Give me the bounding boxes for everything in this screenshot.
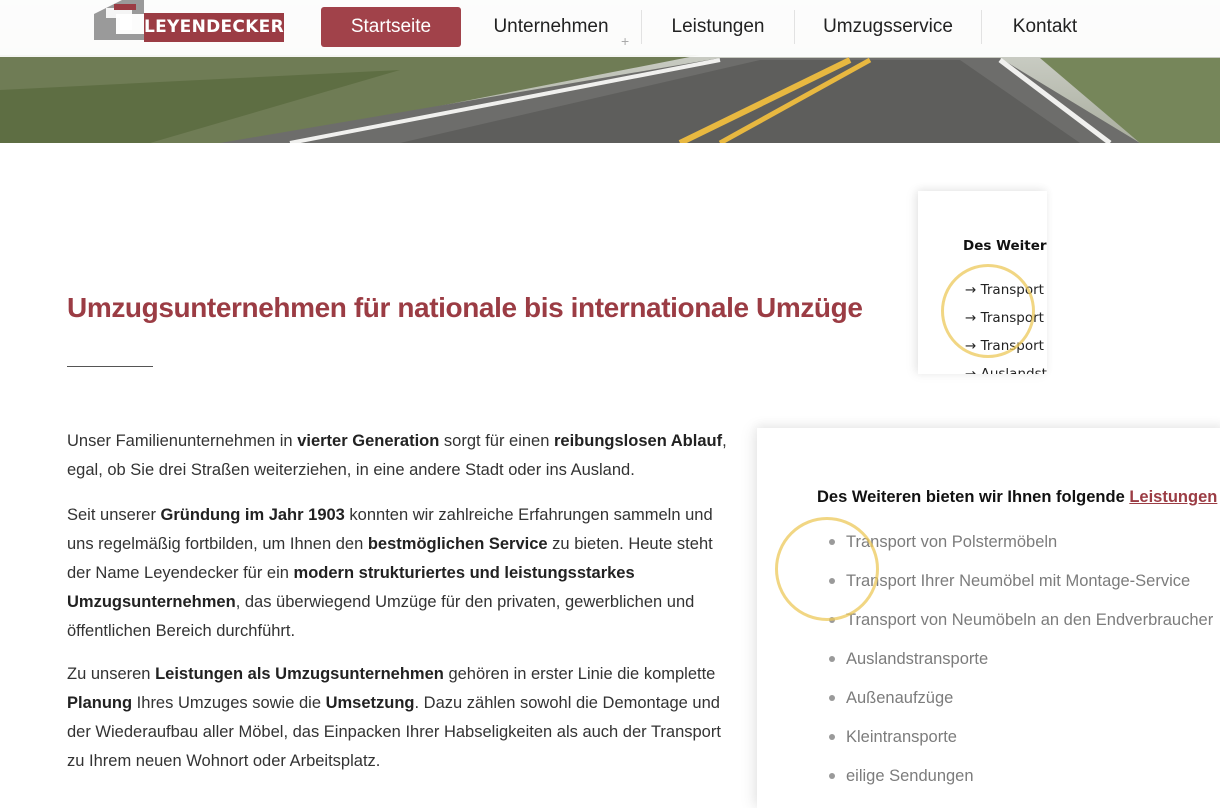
emphasis-text: Gründung im Jahr 1903 <box>160 506 345 524</box>
nav-unternehmen[interactable]: Unternehmen <box>461 7 641 47</box>
sidebar-card-title: Des Weitere <box>963 238 1047 254</box>
list-item: Kleintransporte <box>829 724 1213 763</box>
sidebar-card-link[interactable]: → Transport <box>965 282 1044 298</box>
services-card: Des Weiteren bieten wir Ihnen folgende L… <box>757 428 1220 808</box>
list-item: eilige Sendungen <box>829 763 1213 802</box>
sidebar-card-link[interactable]: → Transport <box>965 310 1044 326</box>
body-text: Ihres Umzuges sowie die <box>132 694 326 712</box>
navbar: LEYENDECKER Startseite Unternehmen Leist… <box>0 0 1220 57</box>
emphasis-text: bestmöglichen Service <box>367 535 548 553</box>
sidebar-card-link[interactable]: → Transport <box>965 338 1044 354</box>
history-paragraph: Seit unserer Gründung im Jahr 1903 konnt… <box>67 501 737 646</box>
logo-wordmark: LEYENDECKER <box>144 13 284 42</box>
emphasis-text: Umsetzung <box>325 694 415 712</box>
emphasis-text: vierter Generation <box>297 432 440 450</box>
sidebar-card-small: Des Weitere → Transport → Transport → Tr… <box>918 191 1047 374</box>
list-item: Transport von Neumöbeln an den Endverbra… <box>829 607 1213 646</box>
logo[interactable]: LEYENDECKER <box>92 0 284 43</box>
title-underline <box>67 366 153 367</box>
list-item: Außenaufzüge <box>829 685 1213 724</box>
services-list: Transport von Polstermöbeln Transport Ih… <box>829 529 1213 802</box>
nav-leistungen[interactable]: Leistungen <box>642 7 794 47</box>
main-nav: Startseite Unternehmen Leistungen Umzugs… <box>321 7 1108 49</box>
page-title: Umzugsunternehmen für nationale bis inte… <box>67 292 863 323</box>
services-card-title-text: Des Weiteren bieten wir Ihnen folgende <box>817 488 1130 506</box>
services-paragraph: Zu unseren Leistungen als Umzugsunterneh… <box>67 660 737 776</box>
emphasis-text: Planung <box>67 694 133 712</box>
nav-umzugsservice[interactable]: Umzugsservice <box>795 7 981 47</box>
body-text: gehören in erster Linie die komplette <box>443 665 716 683</box>
hero-banner: LEYENDECKER Startseite Unternehmen Leist… <box>0 0 1220 143</box>
submenu-plus-icon[interactable]: + <box>621 33 629 49</box>
sidebar-card-link[interactable]: → Auslandst <box>965 366 1047 374</box>
body-text: Seit unserer <box>67 506 161 524</box>
list-item: Transport von Polstermöbeln <box>829 529 1213 568</box>
body-text: Unser Familienunternehmen in <box>67 432 298 450</box>
services-card-title: Des Weiteren bieten wir Ihnen folgende L… <box>817 488 1217 507</box>
body-text: sorgt für einen <box>439 432 554 450</box>
nav-startseite[interactable]: Startseite <box>321 7 461 47</box>
emphasis-text: Leistungen als Umzugsunternehmen <box>155 665 444 683</box>
list-item: Transport Ihrer Neumöbel mit Montage-Ser… <box>829 568 1213 607</box>
nav-kontakt[interactable]: Kontakt <box>982 7 1108 47</box>
emphasis-text: reibungslosen Ablauf <box>554 432 723 450</box>
logo-house-icon <box>94 0 144 40</box>
list-item: Auslandstransporte <box>829 646 1213 685</box>
body-text: Zu unseren <box>67 665 156 683</box>
intro-paragraph: Unser Familienunternehmen in vierter Gen… <box>67 427 737 485</box>
leistungen-link[interactable]: Leistungen <box>1129 488 1217 506</box>
